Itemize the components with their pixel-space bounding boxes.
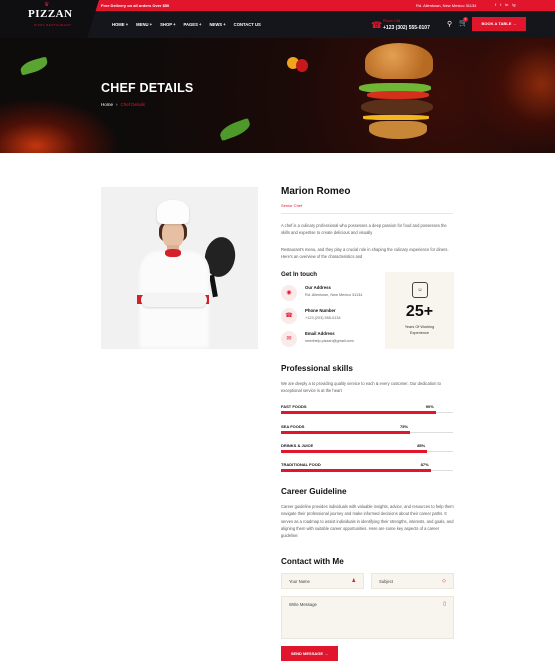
name-input[interactable]: Your Name ♟: [281, 573, 364, 589]
send-message-button[interactable]: SEND MESSAGE →: [281, 646, 338, 661]
nav-item-pages[interactable]: PAGES +: [184, 22, 202, 27]
chef-bio-2: Restaurant's menu, and they play a cruci…: [281, 247, 449, 260]
experience-label: Years Of Working Experience: [404, 325, 435, 335]
skill-progress-fill: [281, 431, 410, 434]
chef-chat-icon: ☺: [412, 282, 428, 298]
skill-percent: 90%: [425, 404, 434, 409]
book-table-button[interactable]: BOOK A TABLE →: [472, 17, 526, 31]
mail-icon: ✉: [281, 331, 297, 347]
page-hero: CHEF DETAILS Home › Chef Details: [0, 38, 555, 153]
nav-item-menu[interactable]: MENU +: [136, 22, 152, 27]
page-title: CHEF DETAILS: [101, 81, 194, 95]
instagram-icon[interactable]: ig: [512, 2, 515, 8]
linkedin-icon[interactable]: in: [505, 2, 508, 8]
shipping-text: Free Delivery on all orders Over $50: [101, 3, 170, 8]
basil-leaf-image: [217, 117, 253, 142]
skill-label: FAST FOODS: [281, 404, 307, 409]
contact-address: ◉ Our Address Rd. Allentown, New Mexico 3…: [281, 285, 362, 301]
contact-title: Phone Number: [305, 308, 336, 313]
pepper-image: [287, 55, 309, 73]
contact-title: Our Address: [305, 285, 331, 290]
chat-icon: ▯: [443, 601, 446, 607]
skill-percent: 85%: [417, 443, 426, 448]
message-textarea[interactable]: Write Message ▯: [281, 596, 454, 639]
contact-form-title: Contact with Me: [281, 557, 344, 566]
skill-label: DRINKS & JUICE: [281, 443, 314, 448]
nav-item-home[interactable]: HOME +: [112, 22, 128, 27]
logo-tagline: PIZZA RESTAURANT: [34, 23, 72, 27]
basil-leaf-image: [18, 56, 50, 76]
career-title: Career Guideline: [281, 487, 347, 496]
user-icon: ♟: [351, 578, 356, 584]
logo-box[interactable]: ♛ PIZZAN PIZZA RESTAURANT: [0, 0, 99, 38]
twitter-icon[interactable]: t: [500, 2, 501, 8]
skill-row: TRADITIONAL FOOD 87%: [281, 462, 453, 472]
divider: [281, 213, 453, 214]
subject-placeholder: Subject: [379, 579, 393, 584]
name-placeholder: Your Name: [289, 579, 310, 584]
nav-item-news[interactable]: NEWS +: [210, 22, 226, 27]
breadcrumb: Home › Chef Details: [101, 102, 145, 107]
subject-input[interactable]: Subject ◇: [371, 573, 454, 589]
skill-row: DRINKS & JUICE 85%: [281, 443, 453, 453]
skill-label: SEA FOODS: [281, 424, 305, 429]
nav-item-contact[interactable]: CONTACT US: [234, 22, 261, 27]
skills-title: Professional skills: [281, 364, 353, 373]
social-links: f t in ig: [495, 2, 516, 8]
facebook-icon[interactable]: f: [495, 2, 496, 8]
topbar-address: Rd. Allentown, New Mexico 31134: [416, 3, 477, 8]
experience-box: ☺ 25+ Years Of Working Experience: [385, 272, 454, 349]
skill-percent: 87%: [420, 462, 429, 467]
contact-value[interactable]: needhelp.pizzan@gmail.com: [305, 339, 354, 343]
search-icon[interactable]: ⚲: [447, 20, 452, 28]
skills-description: We are deeply a to providing quality ser…: [281, 381, 441, 394]
experience-number: 25+: [405, 303, 434, 320]
burger-image: [355, 43, 440, 143]
nav-item-shop[interactable]: SHOP +: [160, 22, 175, 27]
flame-decoration: [470, 38, 555, 153]
phone-call-icon: ☎: [371, 20, 383, 30]
logo: PIZZAN: [28, 8, 73, 20]
skill-row: SEA FOODS 75%: [281, 424, 453, 434]
career-description: Career guideline provides individuals wi…: [281, 504, 454, 539]
contact-phone: ☎ Phone Number +123 (203) 555-0134: [281, 308, 341, 324]
skill-progress-fill: [281, 411, 436, 414]
phone-number[interactable]: +123 (302) 555-0107: [383, 25, 430, 31]
contact-value[interactable]: +123 (203) 555-0134: [305, 316, 341, 320]
skill-percent: 75%: [400, 424, 409, 429]
contact-value: Rd. Allentown, New Mexico 31134: [305, 293, 363, 297]
location-icon: ◉: [281, 285, 297, 301]
crown-icon: ♛: [44, 2, 50, 8]
skill-label: TRADITIONAL FOOD: [281, 462, 321, 467]
skill-progress-fill: [281, 450, 428, 453]
skill-progress-fill: [281, 469, 431, 472]
get-in-touch-title: Get In touch: [281, 271, 318, 278]
phone-icon: ☎: [281, 308, 297, 324]
contact-email: ✉ Email Address needhelp.pizzan@gmail.com: [281, 331, 354, 347]
chef-role: Senior Chef: [281, 203, 303, 208]
tag-icon: ◇: [442, 578, 446, 584]
breadcrumb-separator: ›: [116, 102, 118, 107]
nav-menu: HOME + MENU + SHOP + PAGES + NEWS + CONT…: [112, 22, 261, 27]
breadcrumb-home[interactable]: Home: [101, 102, 113, 107]
cart-count-badge: 0: [463, 17, 468, 22]
chef-photo: [101, 187, 258, 349]
phone-label: Phone Call: [383, 19, 401, 23]
message-placeholder: Write Message: [289, 602, 317, 607]
skill-row: FAST FOODS 90%: [281, 404, 453, 414]
breadcrumb-current: Chef Details: [120, 102, 146, 107]
contact-title: Email Address: [305, 331, 335, 336]
chef-bio-1: A chef is a culinary professional who po…: [281, 223, 447, 236]
chef-name: Marion Romeo: [281, 186, 351, 197]
